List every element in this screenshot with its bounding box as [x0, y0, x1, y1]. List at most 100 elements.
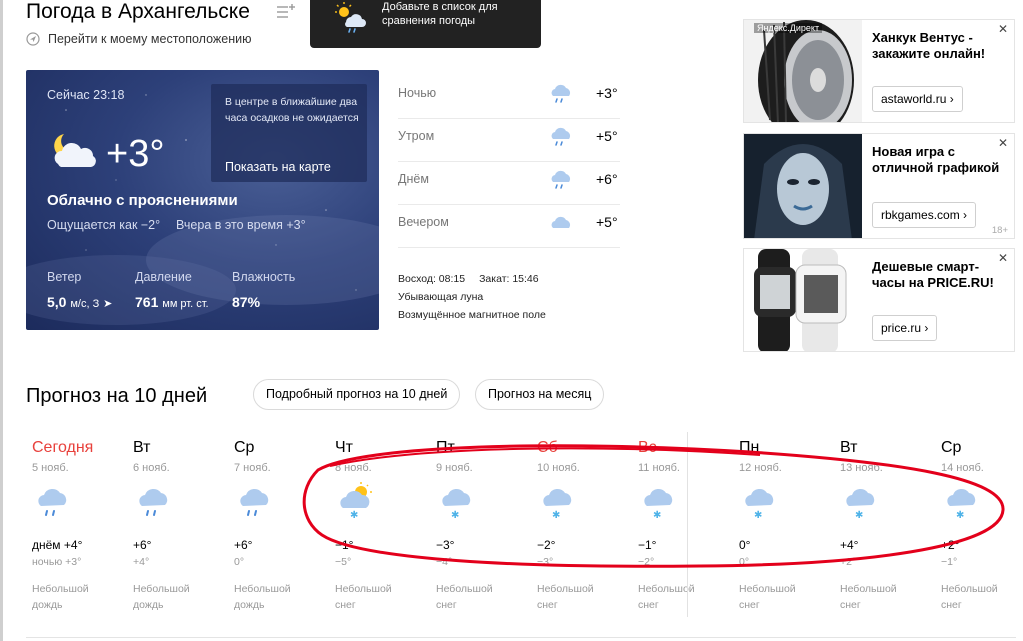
astro-info: Восход: 08:15 Закат: 15:46 Убывающая луна…: [398, 270, 553, 324]
ad-link-button[interactable]: rbkgames.com ›: [872, 202, 977, 228]
close-icon[interactable]: ✕: [998, 251, 1008, 265]
forecast-day[interactable]: Сб 10 нояб. ✱ −2° −3° Небольшой снег: [531, 432, 631, 622]
humidity-label: Влажность: [232, 270, 296, 284]
night-temp: 0°: [739, 556, 750, 568]
forecast-date: 5 нояб.: [32, 462, 69, 474]
forecast-day[interactable]: Пн 12 нояб. ✱ 0° 0° Небольшой снег: [733, 432, 833, 622]
forecast-date: 6 нояб.: [133, 462, 170, 474]
condition-line: дождь: [234, 599, 265, 611]
day-temp: +2°: [941, 538, 960, 552]
condition-line: Небольшой: [335, 583, 392, 595]
dayparts-list: Ночью +3° Утром +5° Днём +6° Вечером +5°: [398, 82, 620, 254]
page-title: Погода в Архангельске: [26, 0, 250, 23]
sun-cloud-snow-icon: ✱: [340, 482, 372, 520]
forecast-date: 9 нояб.: [436, 462, 473, 474]
ad-watches[interactable]: Дешевые смарт-часы на PRICE.RU! price.ru…: [743, 248, 1015, 352]
night-temp: −4°: [436, 556, 453, 568]
add-to-list-icon[interactable]: [276, 4, 296, 20]
moon-phase: Убывающая луна: [398, 291, 484, 303]
wind-speed: 5,0: [47, 294, 67, 310]
close-icon[interactable]: ✕: [998, 136, 1008, 150]
svg-text:✱: ✱: [552, 510, 560, 520]
condition-line: снег: [840, 599, 861, 611]
separator: [398, 118, 620, 119]
cloud-snow-icon: ✱: [543, 488, 572, 520]
night-temp: −5°: [335, 556, 352, 568]
condition-line: Небольшой: [941, 583, 998, 595]
left-border: [0, 0, 3, 641]
condition-line: Небольшой: [840, 583, 897, 595]
day-of-week: Вт: [133, 439, 151, 456]
feels-like: Ощущается как −2°: [47, 218, 161, 232]
condition-line: снег: [941, 599, 962, 611]
condition-line: Небольшой: [537, 583, 594, 595]
cloud-snow-icon: ✱: [442, 488, 471, 520]
day-temp: −1°: [638, 538, 657, 552]
forecast-day[interactable]: Чт 8 нояб. ✱ −1° −5° Небольшой снег: [329, 432, 429, 622]
forecast-day[interactable]: Вс 11 нояб. ✱ −1° −2° Небольшой снег: [632, 432, 732, 622]
forecast-date: 14 нояб.: [941, 462, 984, 474]
bottom-divider: [26, 637, 1016, 638]
separator: [398, 247, 620, 248]
condition-line: Небольшой: [133, 583, 190, 595]
sun-times: Восход: 08:15 Закат: 15:46: [398, 270, 553, 288]
condition-line: Небольшой: [32, 583, 89, 595]
ad-title[interactable]: Дешевые смарт-часы на PRICE.RU!: [872, 259, 1002, 291]
night-temp: 0°: [234, 556, 245, 568]
detailed-forecast-button[interactable]: Подробный прогноз на 10 дней: [253, 379, 461, 410]
pressure-number: 761: [135, 294, 159, 310]
day-of-week: Пт: [436, 439, 455, 456]
current-temperature: +3°: [106, 133, 165, 175]
forecast-day[interactable]: Пт 9 нояб. ✱ −3° −4° Небольшой снег: [430, 432, 530, 622]
daypart-day: Днём +6°: [398, 168, 620, 211]
yesterday-temp: Вчера в это время +3°: [176, 218, 306, 232]
sun-cloud-rain-icon: [335, 2, 366, 33]
day-of-week: Сб: [537, 439, 558, 456]
month-forecast-button[interactable]: Прогноз на месяц: [475, 379, 605, 410]
ad-link-button[interactable]: price.ru ›: [872, 315, 938, 341]
night-temp: +2°: [840, 556, 857, 568]
cloud-snow-icon: ✱: [947, 488, 976, 520]
ad-title[interactable]: Новая игра с отличной графикой: [872, 144, 1002, 176]
forecast-condition: Небольшой снег: [941, 581, 1021, 613]
day-temp: −3°: [436, 538, 455, 552]
forecast-day[interactable]: Вт 13 нояб. ✱ +4° +2° Небольшой снег: [834, 432, 934, 622]
tooltip-text: Добавьте в список для сравнения погоды: [382, 1, 498, 27]
location-arrow-icon: [26, 32, 40, 46]
daypart-label: Ночью: [398, 86, 437, 100]
cloud-snow-icon: ✱: [846, 488, 875, 520]
wind-unit: м/с, З: [70, 298, 100, 310]
forecast-day[interactable]: Ср 14 нояб. ✱ +2° −1° Небольшой снег: [935, 432, 1016, 622]
ad-link-button[interactable]: astaworld.ru ›: [872, 86, 963, 112]
cloud-rain-icon: [551, 84, 571, 103]
forecast-date: 13 нояб.: [840, 462, 883, 474]
day-temp: −1°: [335, 538, 354, 552]
pressure-value: 761 мм рт. ст.: [135, 294, 209, 310]
sunrise: Восход: 08:15: [398, 273, 466, 285]
cloud-icon: [551, 216, 571, 228]
close-icon[interactable]: ✕: [998, 22, 1008, 36]
forecast-date: 7 нояб.: [234, 462, 271, 474]
daypart-night: Ночью +3°: [398, 82, 620, 125]
condition-line: Небольшой: [436, 583, 493, 595]
svg-text:✱: ✱: [350, 510, 358, 520]
ad-game[interactable]: Новая игра с отличной графикой rbkgames.…: [743, 133, 1015, 239]
ad-title[interactable]: Ханкук Вентус - закажите онлайн!: [872, 30, 1002, 62]
forecast-condition: Небольшой дождь: [32, 581, 112, 613]
svg-text:✱: ✱: [956, 510, 964, 520]
wind-label: Ветер: [47, 270, 82, 284]
daypart-temp: +5°: [596, 128, 618, 144]
forecast-day[interactable]: Вт 6 нояб. +6° +4° Небольшой дождь: [127, 432, 227, 622]
cloud-rain-icon: [240, 488, 269, 516]
show-on-map-link[interactable]: Показать на карте: [225, 160, 331, 174]
day-temp: 0°: [739, 538, 751, 552]
daypart-label: Утром: [398, 129, 435, 143]
forecast-day[interactable]: Сегодня 5 нояб. днём +4° ночью +3° Небол…: [26, 432, 126, 622]
current-condition: Облачно с прояснениями: [47, 192, 238, 209]
forecast-day[interactable]: Ср 7 нояб. +6° 0° Небольшой дождь: [228, 432, 328, 622]
ad-tires[interactable]: Яндекс.Директ Ханкук Вентус - закажите о…: [743, 19, 1015, 123]
condition-line: дождь: [32, 599, 63, 611]
pressure-label: Давление: [135, 270, 192, 284]
locate-link[interactable]: Перейти к моему местоположению: [26, 32, 252, 46]
ad-image-tire: Яндекс.Директ: [744, 20, 862, 122]
